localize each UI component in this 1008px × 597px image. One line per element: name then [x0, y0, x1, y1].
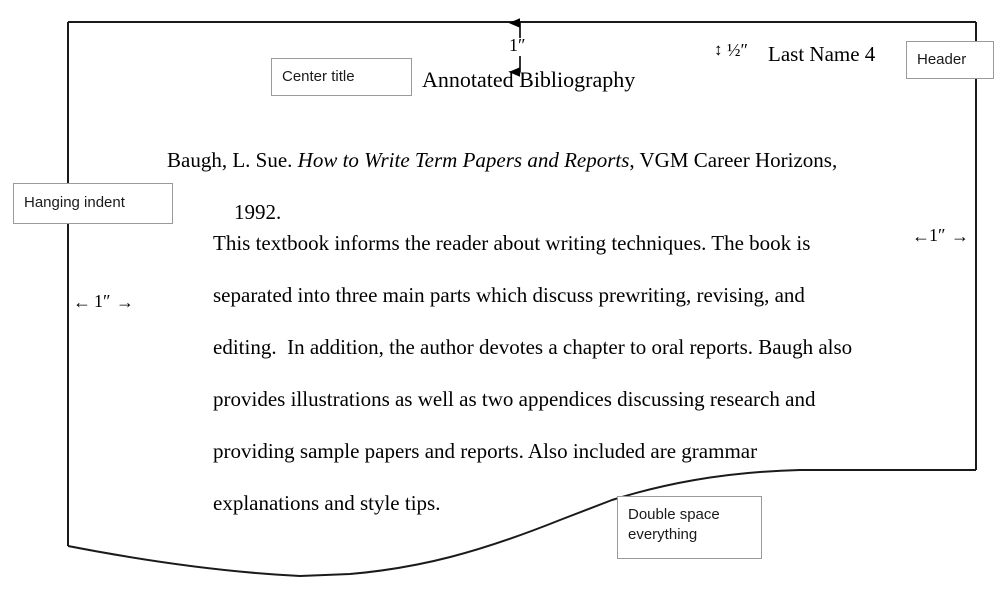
callout-hanging-indent[interactable]: Hanging indent [13, 183, 173, 224]
header-margin-label: ½″ [727, 40, 748, 60]
left-margin-label: 1″ [94, 291, 111, 311]
annotation-line-5: providing sample papers and reports. Als… [213, 439, 758, 463]
entry-prefix: Baugh, L. Sue. [167, 148, 298, 172]
entry-italic-title: How to Write Term Papers and Reports [297, 148, 630, 172]
entry-suffix: , VGM Career Horizons, [629, 148, 838, 172]
left-margin-arrow-right-icon: → [116, 292, 134, 312]
callout-double-space-line-1: Double space [628, 506, 720, 523]
header-margin-updown-arrow-icon: ↕ [714, 40, 723, 59]
right-margin-label: 1″ [929, 225, 946, 245]
callout-center-title[interactable]: Center title [271, 58, 412, 96]
annotation-line-6: explanations and style tips. [213, 491, 441, 515]
callout-double-space[interactable]: Double space everything [617, 496, 762, 559]
left-margin-arrow-left-icon: ← [73, 292, 91, 312]
callout-double-space-line-2: everything [628, 526, 698, 544]
annotation-line-1: This textbook informs the reader about w… [213, 231, 811, 255]
annotation-line-4: provides illustrations as well as two ap… [213, 387, 816, 411]
annotation-line-3: editing. In addition, the author devotes… [213, 335, 853, 359]
top-margin-label: 1″ [509, 35, 526, 55]
running-header-text: Last Name 4 [768, 42, 876, 66]
page-torn-bottom-edge [67, 469, 976, 577]
page-illustration: Annotated Bibliography Last Name 4 Baugh… [0, 0, 1008, 597]
right-margin-arrow-left-icon: ← [912, 226, 930, 246]
right-margin-arrow-right-icon: → [951, 226, 969, 246]
entry-continuation: 1992. [234, 200, 282, 224]
annotation-line-2: separated into three main parts which di… [213, 283, 805, 307]
callout-header[interactable]: Header [906, 41, 994, 79]
